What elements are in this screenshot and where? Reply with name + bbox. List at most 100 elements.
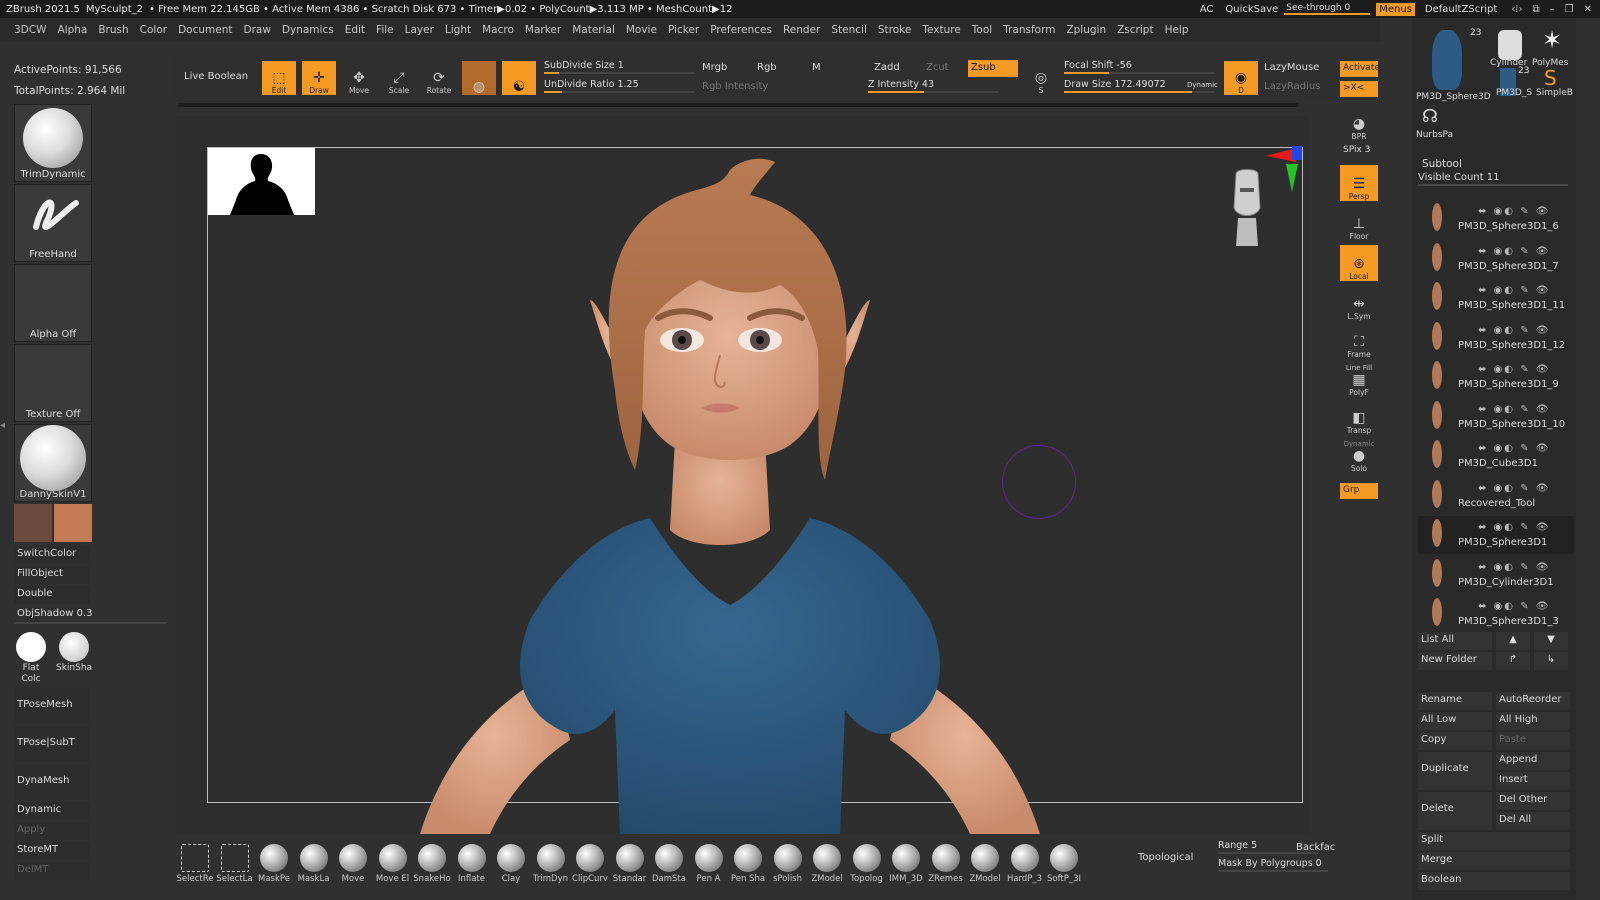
- polyf-button[interactable]: Line Fill ▦ PolyF: [1340, 361, 1378, 397]
- menu-stroke[interactable]: Stroke: [878, 24, 911, 36]
- grp-button[interactable]: Grp: [1340, 483, 1378, 499]
- tool-thumb-simplebrush[interactable]: S SimpleB: [1536, 66, 1576, 106]
- visible-count-slider[interactable]: Visible Count 11: [1418, 172, 1568, 186]
- menu-layer[interactable]: Layer: [405, 24, 434, 36]
- local-button[interactable]: ⊛ Local: [1340, 245, 1378, 281]
- live-boolean-button[interactable]: Live Boolean: [184, 71, 248, 82]
- brush-button[interactable]: ZModel: [966, 840, 1004, 884]
- dynamic-button[interactable]: Dynamic: [14, 802, 90, 820]
- menu-alpha[interactable]: Alpha: [57, 24, 87, 36]
- move-down-arrow-icon[interactable]: ▼: [1534, 632, 1568, 650]
- mrgb-button[interactable]: Mrgb: [702, 62, 727, 73]
- menu-light[interactable]: Light: [445, 24, 471, 36]
- brush-button[interactable]: SoftP_3I: [1045, 840, 1083, 884]
- brush-button[interactable]: Move El: [374, 840, 412, 884]
- brush-button[interactable]: DamSta: [650, 840, 688, 884]
- menus-button[interactable]: Menus: [1376, 2, 1415, 16]
- axis-gizmo-icon[interactable]: [1256, 146, 1302, 196]
- z-intensity-slider[interactable]: Z Intensity 43: [868, 79, 998, 93]
- del-other-button[interactable]: Del Other: [1496, 792, 1570, 810]
- mask-by-polygroups-slider[interactable]: Mask By Polygroups 0: [1218, 858, 1328, 872]
- subtool-controls-icon[interactable]: ⬌ ◉◐ ✎ 👁: [1478, 562, 1550, 573]
- menu-3dcw[interactable]: 3DCW: [14, 24, 46, 36]
- all-high-button[interactable]: All High: [1496, 712, 1570, 730]
- spix-slider[interactable]: SPix 3: [1340, 143, 1378, 159]
- secondary-color-swatch[interactable]: [54, 504, 92, 542]
- subtool-row[interactable]: ⬌ ◉◐ ✎ 👁 PM3D_Sphere3D1_7: [1418, 240, 1574, 278]
- stroke-s-button[interactable]: ◎ S: [1024, 61, 1058, 95]
- primary-color-swatch[interactable]: [14, 504, 52, 542]
- append-button[interactable]: Append: [1496, 752, 1570, 770]
- subtool-controls-icon[interactable]: ⬌ ◉◐ ✎ 👁: [1478, 443, 1550, 454]
- subtool-controls-icon[interactable]: ⬌ ◉◐ ✎ 👁: [1478, 325, 1550, 336]
- activate-button[interactable]: Activate: [1340, 61, 1380, 77]
- apply-button[interactable]: Apply: [14, 822, 90, 840]
- transp-button[interactable]: ◧ Transp: [1340, 399, 1378, 435]
- zsub-button[interactable]: Zsub: [968, 60, 1018, 77]
- alpha-thumb[interactable]: Alpha Off: [14, 264, 92, 342]
- brush-button[interactable]: MaskPe: [255, 840, 293, 884]
- quicksave-button[interactable]: QuickSave: [1225, 4, 1278, 15]
- brush-button[interactable]: HardP_3: [1006, 840, 1044, 884]
- switch-color-button[interactable]: SwitchColor: [14, 546, 90, 564]
- brush-button[interactable]: MaskLa: [295, 840, 333, 884]
- autoreorder-button[interactable]: AutoReorder: [1496, 692, 1570, 710]
- menu-color[interactable]: Color: [140, 24, 167, 36]
- stroke-thumb[interactable]: FreeHand: [14, 184, 92, 262]
- new-folder-button[interactable]: New Folder: [1418, 652, 1492, 670]
- subtool-row[interactable]: ⬌ ◉◐ ✎ 👁 PM3D_Sphere3D1_12: [1418, 319, 1574, 357]
- subtool-row[interactable]: ⬌ ◉◐ ✎ 👁 PM3D_Sphere3D1_10: [1418, 398, 1574, 436]
- brush-button[interactable]: Pen A: [690, 840, 728, 884]
- subdivide-size-slider[interactable]: SubDivide Size 1: [544, 60, 694, 74]
- menu-draw[interactable]: Draw: [243, 24, 270, 36]
- brush-button[interactable]: ClipCurv: [571, 840, 609, 884]
- brush-button[interactable]: SnakeHo: [413, 840, 451, 884]
- window-arrows-icon[interactable]: ‹⁞›: [1511, 4, 1522, 15]
- subtool-controls-icon[interactable]: ⬌ ◉◐ ✎ 👁: [1478, 522, 1550, 533]
- close-icon[interactable]: ✕: [1584, 4, 1592, 15]
- move-button[interactable]: ✥ Move: [342, 61, 376, 95]
- tpose-mesh-button[interactable]: TPoseMesh: [14, 688, 90, 724]
- menu-marker[interactable]: Marker: [525, 24, 561, 36]
- topological-toggle[interactable]: Topological: [1138, 852, 1193, 863]
- character-model[interactable]: [420, 150, 1040, 834]
- copy-button[interactable]: Copy: [1418, 732, 1492, 750]
- folder-return-icon[interactable]: ↳: [1534, 652, 1568, 670]
- frame-button[interactable]: ⛶ Frame: [1340, 323, 1378, 359]
- dynamesh-button[interactable]: DynaMesh: [14, 764, 90, 800]
- minimize-icon[interactable]: –: [1550, 4, 1555, 15]
- subtool-header[interactable]: Subtool: [1422, 158, 1462, 170]
- xc-button[interactable]: >X<: [1340, 81, 1378, 97]
- tool-thumb-pm3d[interactable]: 23 PM3D_S: [1496, 66, 1536, 106]
- merge-button[interactable]: Merge: [1418, 852, 1570, 870]
- subtool-row[interactable]: ⬌ ◉◐ ✎ 👁 Recovered_Tool: [1418, 477, 1574, 515]
- left-collapse-arrow[interactable]: ◂: [0, 420, 8, 440]
- double-button[interactable]: Double: [14, 586, 90, 604]
- delmt-button[interactable]: DelMT: [14, 862, 90, 880]
- solo-button[interactable]: Dynamic ● Solo: [1340, 437, 1378, 473]
- split-button[interactable]: Split: [1418, 832, 1570, 850]
- subtool-row[interactable]: ⬌ ◉◐ ✎ 👁 PM3D_Sphere3D1_6: [1418, 200, 1574, 238]
- list-all-button[interactable]: List All: [1418, 632, 1492, 650]
- m-button[interactable]: M: [812, 62, 821, 73]
- subtool-controls-icon[interactable]: ⬌ ◉◐ ✎ 👁: [1478, 364, 1550, 375]
- insert-button[interactable]: Insert: [1496, 772, 1570, 790]
- menu-file[interactable]: File: [376, 24, 394, 36]
- brush-button[interactable]: Clay: [492, 840, 530, 884]
- menu-brush[interactable]: Brush: [98, 24, 128, 36]
- floor-button[interactable]: ⊥ Floor: [1340, 205, 1378, 241]
- tool-thumb-sphere[interactable]: 23 PM3D_Sphere3D: [1416, 22, 1491, 102]
- scale-button[interactable]: ⤢ Scale: [382, 61, 416, 95]
- subtool-row[interactable]: ⬌ ◉◐ ✎ 👁 PM3D_Sphere3D1_3: [1418, 595, 1574, 633]
- menu-zscript[interactable]: Zscript: [1117, 24, 1153, 36]
- subtool-controls-icon[interactable]: ⬌ ◉◐ ✎ 👁: [1478, 404, 1550, 415]
- brush-button[interactable]: SelectLa: [216, 840, 254, 884]
- rgb-intensity-slider[interactable]: Rgb Intensity: [702, 81, 768, 92]
- focal-shift-slider[interactable]: Focal Shift -56: [1064, 60, 1214, 74]
- menu-stencil[interactable]: Stencil: [831, 24, 867, 36]
- rgb-button[interactable]: Rgb: [757, 62, 777, 73]
- all-low-button[interactable]: All Low: [1418, 712, 1492, 730]
- flat-color-button[interactable]: Flat Colc: [16, 632, 46, 684]
- persp-button[interactable]: ☰ Persp: [1340, 165, 1378, 201]
- dynamic-toggle[interactable]: Dynamic: [1187, 81, 1218, 89]
